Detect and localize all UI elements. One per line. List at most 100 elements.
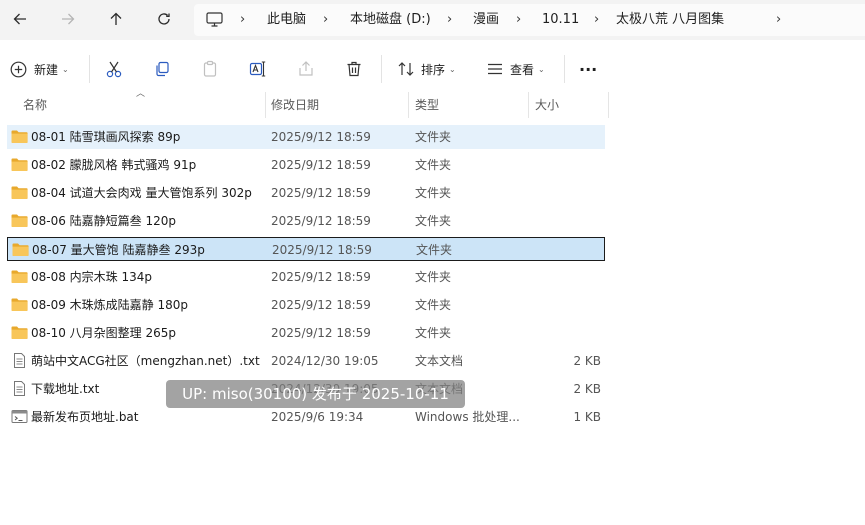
file-name: 08-01 陆雪琪画风探索 89p [31,130,181,144]
file-name: 08-07 量大管饱 陆嘉静叁 293p [32,243,205,257]
file-date: 2025/9/12 18:59 [271,186,371,200]
column-header-date[interactable]: 修改日期 [271,92,319,118]
file-type: 文件夹 [415,298,452,312]
rename-button[interactable] [249,54,267,84]
refresh-button[interactable] [149,4,179,34]
command-bar: 新建 ⌄ 排序 ⌄ 查看 ⌄ ··· [0,48,865,90]
breadcrumb-item[interactable]: 本地磁盘 (D:) [350,4,431,36]
file-date: 2025/9/6 19:34 [271,410,364,424]
breadcrumb-item[interactable]: 10.11 [542,4,579,36]
column-divider[interactable] [608,92,609,118]
toolbar-divider [381,55,382,83]
file-row[interactable]: 萌站中文ACG社区（mengzhan.net）.txt 2024/12/30 19… [7,349,605,373]
file-date: 2025/9/12 18:59 [271,326,371,340]
breadcrumb-chevron-icon: › [516,12,522,27]
more-icon: ··· [579,59,598,79]
copy-icon [156,61,169,77]
back-button[interactable] [5,4,35,34]
file-type: 文件夹 [415,130,452,144]
arrow-left-icon [13,13,26,25]
file-type: 文件夹 [416,243,453,257]
breadcrumb-chevron-icon: › [447,12,453,27]
folder-icon [11,157,28,172]
file-row[interactable]: 最新发布页地址.bat 2025/9/6 19:34 Windows 批处理... 1… [7,405,605,429]
folder-row[interactable]: 08-09 木珠炼成陆嘉静 180p 2025/9/12 18:59 文件夹 [7,293,605,317]
up-button[interactable] [101,4,131,34]
breadcrumb-item[interactable]: 此电脑 [267,4,306,36]
clipboard-icon [203,60,217,77]
copy-button[interactable] [153,54,171,84]
chevron-down-icon: ⌄ [62,64,69,74]
plus-circle-icon [10,61,27,77]
new-button[interactable]: 新建 ⌄ [10,54,69,84]
text-file-icon [11,381,28,396]
toolbar-divider [89,55,90,83]
file-date: 2025/9/12 18:59 [271,298,371,312]
folder-icon [11,185,28,200]
breadcrumb-chevron-icon: › [776,12,782,27]
arrow-right-icon [62,13,75,25]
computer-icon [206,12,223,30]
breadcrumb-chevron-icon: › [323,12,329,27]
column-divider[interactable] [265,92,266,118]
new-label: 新建 [34,62,59,77]
column-divider[interactable] [408,92,409,118]
file-name: 08-10 八月杂图整理 265p [31,326,177,340]
chevron-down-icon: ⌄ [449,64,456,74]
toolbar-divider [564,55,565,83]
delete-button[interactable] [345,54,363,84]
folder-icon [11,269,28,284]
folder-icon [11,325,28,340]
column-header-size[interactable]: 大小 [535,92,559,118]
folder-row[interactable]: 08-02 朦胧风格 韩式骚鸡 91p 2025/9/12 18:59 文件夹 [7,153,605,177]
cut-button[interactable] [105,54,123,84]
watermark: UP: miso(30100) 发布于 2025-10-11 [166,380,465,408]
trash-icon [347,61,361,77]
breadcrumb-chevron-icon: › [594,12,600,27]
breadcrumb-item[interactable]: 太极八荒 八月图集 [616,4,724,36]
file-date: 2025/9/12 18:59 [271,158,371,172]
file-type: Windows 批处理... [415,410,520,424]
chevron-down-icon: ⌄ [538,64,545,74]
file-type: 文件夹 [415,186,452,200]
column-header-name[interactable]: 名称 [23,92,47,118]
text-file-icon [11,353,28,368]
file-name: 08-06 陆嘉静短篇叁 120p [31,214,177,228]
refresh-icon [158,13,170,25]
file-size: 2 KB [573,354,601,368]
folder-icon [11,213,28,228]
file-name: 下载地址.txt [31,382,100,396]
sort-button[interactable]: 排序 ⌄ [397,54,456,84]
file-type: 文件夹 [415,158,452,172]
batch-file-icon [11,409,28,424]
share-button[interactable] [297,54,315,84]
folder-row[interactable]: 08-04 试道大会肉戏 量大管饱系列 302p 2025/9/12 18:59 文… [7,181,605,205]
list-view-icon [488,63,502,75]
file-name: 08-08 内宗木珠 134p [31,270,153,284]
scissors-icon [106,61,122,78]
paste-button[interactable] [201,54,219,84]
file-date: 2025/9/12 18:59 [271,214,371,228]
file-type: 文件夹 [415,326,452,340]
folder-row[interactable]: 08-07 量大管饱 陆嘉静叁 293p 2025/9/12 18:59 文件夹 [7,237,605,261]
file-name: 最新发布页地址.bat [31,410,139,424]
file-type: 文件夹 [415,270,452,284]
file-date: 2025/9/12 18:59 [271,270,371,284]
forward-button[interactable] [53,4,83,34]
column-divider[interactable] [528,92,529,118]
navigation-bar: › 此电脑 › 本地磁盘 (D:) › 漫画 › 10.11 › 太极八荒 八月… [0,0,865,40]
address-bar[interactable]: › 此电脑 › 本地磁盘 (D:) › 漫画 › 10.11 › 太极八荒 八月… [194,4,865,36]
folder-row[interactable]: 08-06 陆嘉静短篇叁 120p 2025/9/12 18:59 文件夹 [7,209,605,233]
folder-row[interactable]: 08-10 八月杂图整理 265p 2025/9/12 18:59 文件夹 [7,321,605,345]
folder-row[interactable]: 08-08 内宗木珠 134p 2025/9/12 18:59 文件夹 [7,265,605,289]
view-button[interactable]: 查看 ⌄ [486,54,545,84]
rename-icon [249,61,266,77]
share-icon [299,61,313,76]
folder-row[interactable]: 08-01 陆雪琪画风探索 89p 2025/9/12 18:59 文件夹 [7,125,605,149]
column-header-type[interactable]: 类型 [415,92,439,118]
file-name: 08-02 朦胧风格 韩式骚鸡 91p [31,158,197,172]
breadcrumb-item[interactable]: 漫画 [473,4,499,36]
file-size: 2 KB [573,382,601,396]
more-options-button[interactable]: ··· [579,54,597,84]
file-name: 萌站中文ACG社区（mengzhan.net）.txt [31,354,260,368]
